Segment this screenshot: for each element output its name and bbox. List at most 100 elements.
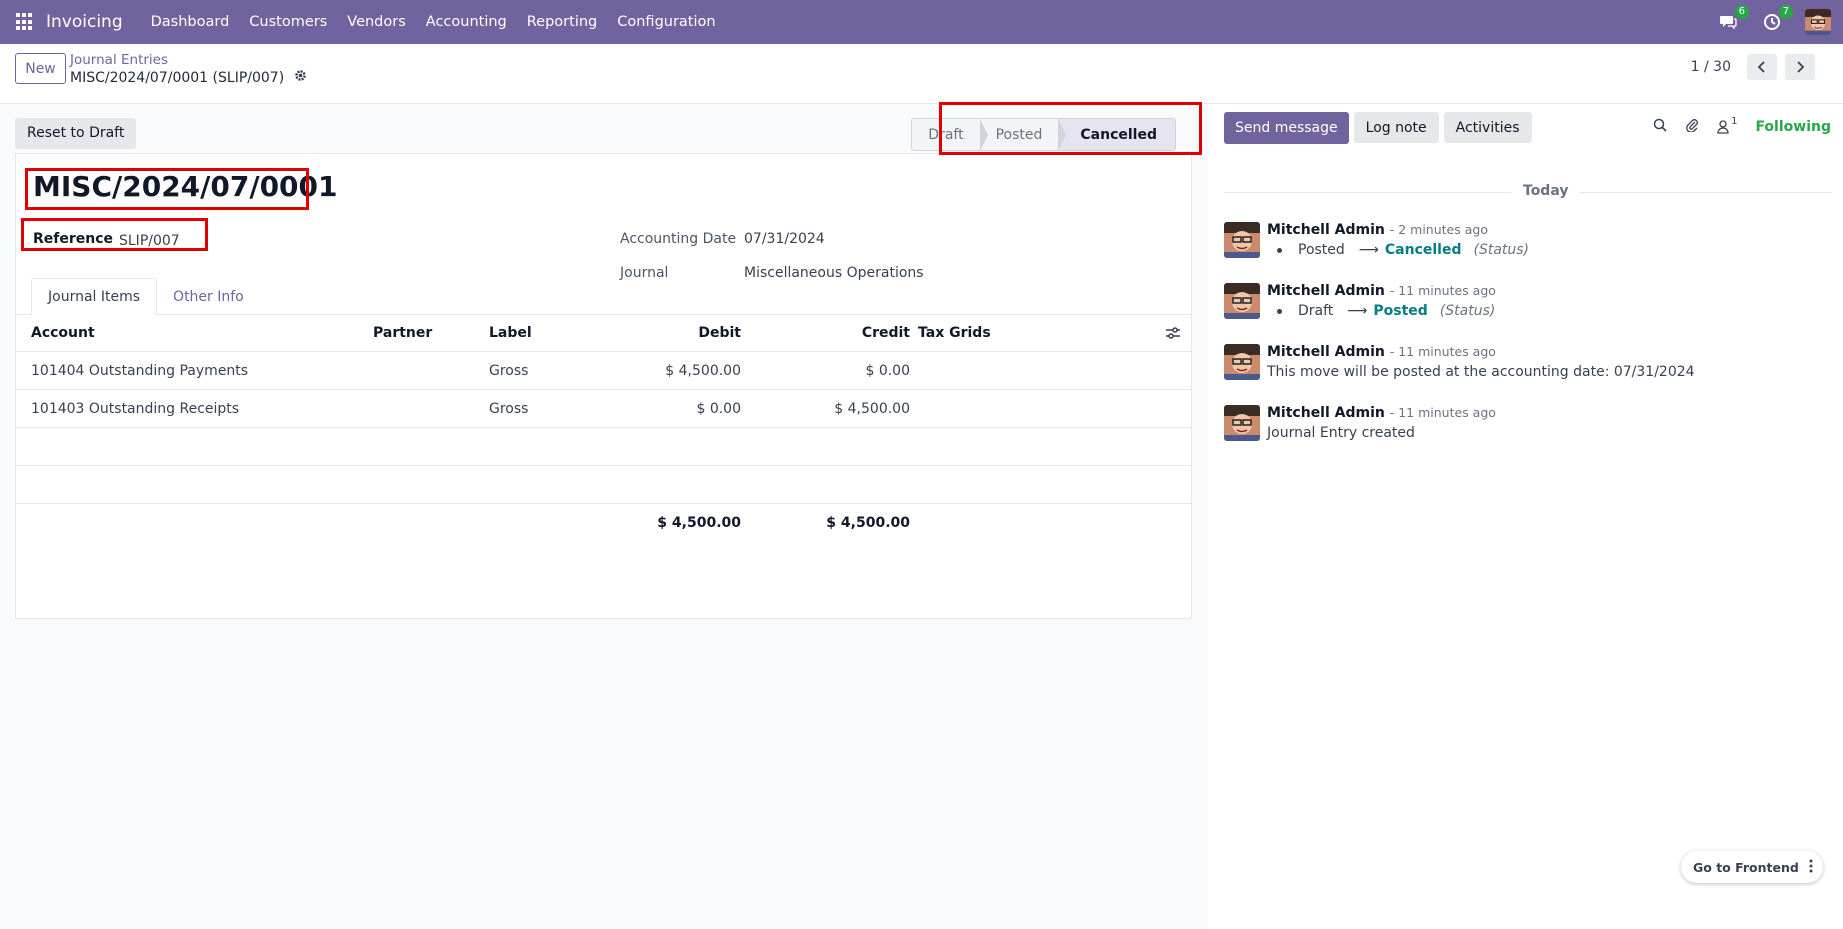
row-debit: $ 0.00	[696, 401, 741, 417]
col-account[interactable]: Account	[31, 314, 95, 352]
today-label: Today	[1511, 183, 1581, 199]
stages-highlight-box	[939, 102, 1202, 155]
chatter-buttons: Send message Log note Activities	[1224, 112, 1532, 144]
pager: 1 / 30	[1691, 54, 1815, 80]
chevron-left-icon	[1757, 61, 1765, 73]
tracked-field: (Status)	[1473, 242, 1530, 258]
journal-value[interactable]: Miscellaneous Operations	[744, 265, 924, 281]
author-name[interactable]: Mitchell Admin	[1267, 344, 1385, 360]
col-debit[interactable]: Debit	[576, 314, 741, 352]
message-author: Mitchell Admin - 11 minutes ago	[1267, 283, 1496, 299]
following-button[interactable]: Following	[1755, 119, 1831, 135]
apps-grid-icon[interactable]	[16, 13, 34, 31]
kebab-menu-icon[interactable]	[1809, 859, 1813, 876]
new-button[interactable]: New	[15, 53, 66, 84]
accounting-date-value[interactable]: 07/31/2024	[744, 231, 825, 247]
avatar[interactable]	[1224, 344, 1260, 380]
journal-label: Journal	[620, 265, 669, 281]
message-author: Mitchell Admin - 11 minutes ago	[1267, 405, 1496, 421]
message-time: - 11 minutes ago	[1389, 344, 1496, 359]
activities-clock-icon[interactable]: 7	[1761, 5, 1793, 33]
menu-vendors[interactable]: Vendors	[347, 14, 406, 30]
person-icon	[1717, 120, 1729, 134]
app-name[interactable]: Invoicing	[46, 12, 123, 32]
go-to-frontend-button[interactable]: Go to Frontend	[1693, 860, 1799, 875]
breadcrumb-current: MISC/2024/07/0001 (SLIP/007)	[70, 69, 307, 86]
col-tax-grids[interactable]: Tax Grids	[918, 314, 991, 352]
bullet-icon	[1277, 247, 1282, 253]
journal-items-table: Account Partner Label Debit Credit Tax G…	[16, 314, 1191, 542]
author-name[interactable]: Mitchell Admin	[1267, 405, 1385, 421]
log-note-button[interactable]: Log note	[1353, 112, 1439, 143]
row-credit: $ 4,500.00	[834, 401, 910, 417]
activities-button[interactable]: Activities	[1443, 112, 1532, 143]
user-avatar[interactable]	[1805, 9, 1831, 35]
tab-journal-items[interactable]: Journal Items	[31, 278, 158, 316]
chatter-message: Mitchell Admin - 11 minutes ago Journal …	[1224, 405, 1824, 453]
breadcrumb-current-label: MISC/2024/07/0001 (SLIP/007)	[70, 69, 285, 86]
tab-other-info[interactable]: Other Info	[157, 278, 260, 316]
old-value: Posted	[1298, 242, 1345, 258]
reset-to-draft-button[interactable]: Reset to Draft	[15, 117, 137, 149]
tracking-value: Draft ⟶ Posted (Status)	[1267, 303, 1495, 319]
gear-icon[interactable]	[294, 69, 307, 86]
control-panel: New Journal Entries MISC/2024/07/0001 (S…	[0, 44, 1843, 104]
menu-dashboard[interactable]: Dashboard	[151, 14, 230, 30]
paperclip-icon[interactable]	[1685, 118, 1699, 136]
breadcrumb-journal-entries[interactable]: Journal Entries	[70, 52, 168, 68]
title-highlight-box	[25, 168, 309, 210]
avatar[interactable]	[1224, 283, 1260, 319]
table-row[interactable]: 101403 Outstanding Receipts Gross $ 0.00…	[16, 390, 1191, 428]
new-value: Cancelled	[1384, 242, 1462, 258]
top-navbar: Invoicing Dashboard Customers Vendors Ac…	[0, 0, 1843, 44]
row-credit: $ 0.00	[865, 363, 910, 379]
send-message-button[interactable]: Send message	[1224, 112, 1349, 144]
total-debit: $ 4,500.00	[657, 515, 741, 531]
empty-row[interactable]	[16, 466, 1191, 504]
row-debit: $ 4,500.00	[665, 363, 741, 379]
message-time: - 11 minutes ago	[1389, 283, 1496, 298]
chatter-message: Mitchell Admin - 11 minutes ago This mov…	[1224, 344, 1824, 392]
new-value: Posted	[1373, 303, 1428, 319]
chatter-message: Mitchell Admin - 2 minutes ago Posted ⟶ …	[1224, 222, 1824, 270]
menu-configuration[interactable]: Configuration	[617, 14, 715, 30]
col-label[interactable]: Label	[489, 314, 532, 352]
avatar[interactable]	[1224, 405, 1260, 441]
go-to-frontend-widget: Go to Frontend	[1681, 851, 1823, 883]
tracking-value: Posted ⟶ Cancelled (Status)	[1267, 242, 1529, 258]
messages-badge: 6	[1734, 5, 1749, 19]
row-label: Gross	[489, 401, 529, 417]
row-account: 101404 Outstanding Payments	[31, 363, 249, 379]
optional-columns-icon[interactable]	[1166, 314, 1180, 352]
message-text: This move will be posted at the accounti…	[1267, 364, 1695, 380]
table-header: Account Partner Label Debit Credit Tax G…	[16, 314, 1191, 352]
empty-row[interactable]	[16, 428, 1191, 466]
followers-button[interactable]: 1	[1717, 116, 1737, 134]
messages-icon[interactable]: 6	[1717, 5, 1749, 33]
reference-highlight-box	[21, 218, 208, 251]
chatter-message: Mitchell Admin - 11 minutes ago Draft ⟶ …	[1224, 283, 1824, 331]
table-row[interactable]: 101404 Outstanding Payments Gross $ 4,50…	[16, 352, 1191, 390]
totals-row: $ 4,500.00 $ 4,500.00	[16, 504, 1191, 542]
row-label: Gross	[489, 363, 529, 379]
old-value: Draft	[1298, 303, 1334, 319]
menu-customers[interactable]: Customers	[249, 14, 327, 30]
tracked-field: (Status)	[1439, 303, 1496, 319]
pager-next-button[interactable]	[1785, 54, 1815, 80]
message-time: - 11 minutes ago	[1389, 405, 1496, 420]
col-partner[interactable]: Partner	[373, 314, 432, 352]
message-time: - 2 minutes ago	[1389, 222, 1488, 237]
message-author: Mitchell Admin - 2 minutes ago	[1267, 222, 1488, 238]
author-name[interactable]: Mitchell Admin	[1267, 283, 1385, 299]
search-icon[interactable]	[1653, 118, 1667, 136]
row-account: 101403 Outstanding Receipts	[31, 401, 240, 417]
pager-value[interactable]: 1 / 30	[1691, 59, 1731, 75]
chatter-panel: Send message Log note Activities 1 Follo…	[1208, 104, 1843, 929]
avatar[interactable]	[1224, 222, 1260, 258]
col-credit[interactable]: Credit	[746, 314, 910, 352]
author-name[interactable]: Mitchell Admin	[1267, 222, 1385, 238]
arrow-right-icon: ⟶	[1358, 242, 1379, 258]
menu-reporting[interactable]: Reporting	[527, 14, 598, 30]
pager-previous-button[interactable]	[1747, 54, 1777, 80]
menu-accounting[interactable]: Accounting	[426, 14, 507, 30]
